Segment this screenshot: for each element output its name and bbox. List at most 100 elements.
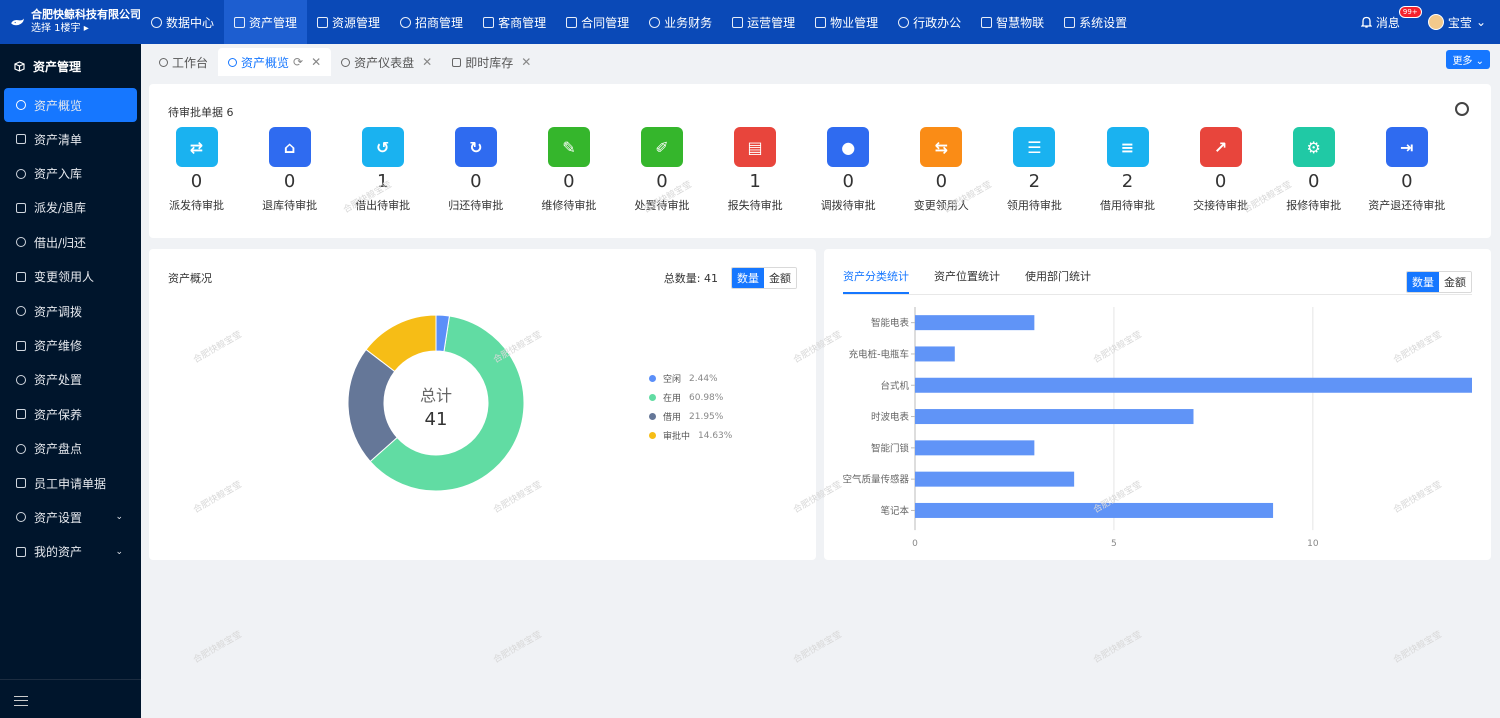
nav-item-1[interactable]: 资产管理 xyxy=(224,0,308,44)
bar-2[interactable] xyxy=(915,377,1472,393)
pending-item[interactable]: ↻ 0 归还待审批 xyxy=(429,127,522,213)
chevron-down-icon: ⌄ xyxy=(115,546,123,557)
nav-item-10[interactable]: 智慧物联 xyxy=(971,0,1054,44)
sidebar-item-5[interactable]: 变更领用人 xyxy=(0,260,141,294)
pending-label: 借出待审批 xyxy=(355,199,411,212)
legend-item[interactable]: 借用 21.95% xyxy=(649,407,732,426)
pending-item[interactable]: ⇄ 0 派发待审批 xyxy=(150,127,243,213)
tab-inventory[interactable]: 即时库存 ✕ xyxy=(442,48,541,76)
bar-1[interactable] xyxy=(915,346,955,362)
y-category-label: 台式机 xyxy=(880,380,909,392)
approval-type-icon: ▤ xyxy=(734,127,777,167)
sidebar-item-1[interactable]: 资产清单 xyxy=(0,122,141,156)
nav-icon xyxy=(815,16,827,28)
sidebar-item-label: 变更领用人 xyxy=(34,270,95,285)
close-icon[interactable]: ✕ xyxy=(311,55,321,69)
pending-item[interactable]: ↗ 0 交接待审批 xyxy=(1174,127,1267,213)
tab-workbench[interactable]: 工作台 xyxy=(149,48,218,76)
sidebar-item-13[interactable]: 我的资产 ⌄ xyxy=(0,535,141,569)
sidebar-item-2[interactable]: 资产入库 xyxy=(0,156,141,190)
sidebar-divider xyxy=(0,679,141,680)
amount-toggle-button[interactable]: 金额 xyxy=(764,268,796,288)
sidebar-item-0[interactable]: 资产概览 xyxy=(4,88,137,122)
donut-center-value: 41 xyxy=(425,409,448,430)
legend-item[interactable]: 在用 60.98% xyxy=(649,388,732,407)
building-selector[interactable]: 选择 1楼宇 ▸ xyxy=(31,22,141,36)
messages-button[interactable]: 消息 99+ xyxy=(1360,5,1422,31)
pending-item[interactable]: ≡ 2 借用待审批 xyxy=(1081,127,1174,213)
pending-item[interactable]: ⌂ 0 退库待审批 xyxy=(243,127,336,213)
sidebar-item-label: 资产入库 xyxy=(34,167,83,182)
menu-icon xyxy=(16,478,26,489)
nav-item-5[interactable]: 合同管理 xyxy=(556,0,639,44)
pending-item[interactable]: ⇆ 0 变更领用人 xyxy=(895,127,988,213)
gear-icon[interactable] xyxy=(1455,102,1469,116)
sidebar-item-8[interactable]: 资产处置 xyxy=(0,363,141,397)
nav-icon xyxy=(483,16,495,28)
sidebar-item-4[interactable]: 借出/归还 xyxy=(0,225,141,259)
bar-4[interactable] xyxy=(915,440,1035,456)
sidebar-item-11[interactable]: 员工申请单据 xyxy=(0,466,141,500)
tab-label: 资产仪表盘 xyxy=(354,55,415,70)
sidebar-item-label: 资产保养 xyxy=(34,407,83,422)
bar-6[interactable] xyxy=(915,502,1274,518)
pending-count: 0 xyxy=(283,171,296,192)
pending-item[interactable]: ✎ 0 维修待审批 xyxy=(522,127,615,213)
watermark-text: 合肥快鲸宝莹 xyxy=(791,629,844,666)
sidebar-item-10[interactable]: 资产盘点 xyxy=(0,432,141,466)
legend-dot xyxy=(649,375,656,382)
nav-item-8[interactable]: 物业管理 xyxy=(805,0,888,44)
sidebar-item-12[interactable]: 资产设置 ⌄ xyxy=(0,500,141,534)
pending-item[interactable]: ● 0 调拨待审批 xyxy=(802,127,895,213)
close-icon[interactable]: ✕ xyxy=(422,55,432,69)
pending-item[interactable]: ✐ 0 处置待审批 xyxy=(616,127,709,213)
nav-item-6[interactable]: 业务财务 xyxy=(639,0,722,44)
quantity-toggle-button[interactable]: 数量 xyxy=(732,268,764,288)
more-tabs-button[interactable]: 更多 ⌄ xyxy=(1446,50,1490,69)
nav-item-4[interactable]: 客商管理 xyxy=(473,0,556,44)
pending-item[interactable]: ↺ 1 借出待审批 xyxy=(336,127,429,213)
sidebar-title-label: 资产管理 xyxy=(33,59,82,74)
menu-icon xyxy=(16,340,26,351)
nav-icon xyxy=(732,16,744,28)
tab-asset-dashboard[interactable]: 资产仪表盘 ✕ xyxy=(331,48,442,76)
nav-item-label: 资源管理 xyxy=(332,15,381,30)
close-icon[interactable]: ✕ xyxy=(521,55,531,69)
sidebar-item-6[interactable]: 资产调拨 xyxy=(0,294,141,328)
nav-item-3[interactable]: 招商管理 xyxy=(390,0,473,44)
bar-5[interactable] xyxy=(915,471,1075,487)
user-menu[interactable]: 宝莹 ⌄ xyxy=(1418,14,1486,31)
nav-item-9[interactable]: 行政办公 xyxy=(888,0,971,44)
pending-label: 资产退还待审批 xyxy=(1368,199,1446,212)
tab-asset-overview[interactable]: 资产概览 ⟳ ✕ xyxy=(218,48,332,76)
nav-item-label: 数据中心 xyxy=(166,15,215,30)
sidebar-item-label: 资产维修 xyxy=(34,339,83,354)
main-nav: 数据中心 资产管理 资源管理 招商管理 客商管理 合同管理 业务财务 运营管理 物业管理 行政办公… xyxy=(141,0,1137,44)
approval-type-icon: ↺ xyxy=(361,127,404,167)
nav-icon xyxy=(234,16,246,28)
legend-dot xyxy=(649,432,656,439)
nav-item-7[interactable]: 运营管理 xyxy=(722,0,805,44)
user-name: 宝莹 xyxy=(1447,15,1472,30)
sidebar-item-9[interactable]: 资产保养 xyxy=(0,397,141,431)
pending-item[interactable]: ▤ 1 报失待审批 xyxy=(709,127,802,213)
nav-item-2[interactable]: 资源管理 xyxy=(307,0,390,44)
sidebar-item-3[interactable]: 派发/退库 xyxy=(0,191,141,225)
brand[interactable]: 合肥快鲸科技有限公司 选择 1楼宇 ▸ xyxy=(0,0,141,44)
pending-item[interactable]: ⚙ 0 报修待审批 xyxy=(1267,127,1360,213)
legend-item[interactable]: 空闲 2.44% xyxy=(649,369,732,388)
collapse-menu-icon[interactable] xyxy=(14,696,28,706)
pending-item[interactable]: ⇥ 0 资产退还待审批 xyxy=(1360,127,1453,213)
nav-item-label: 招商管理 xyxy=(415,15,464,30)
bar-3[interactable] xyxy=(915,409,1194,425)
nav-item-0[interactable]: 数据中心 xyxy=(141,0,224,44)
bar-0[interactable] xyxy=(915,315,1035,331)
sidebar-item-7[interactable]: 资产维修 xyxy=(0,328,141,362)
nav-item-label: 业务财务 xyxy=(664,15,713,30)
menu-icon xyxy=(16,512,26,523)
nav-item-11[interactable]: 系统设置 xyxy=(1054,0,1137,44)
pending-count: 0 xyxy=(470,171,482,192)
legend-item[interactable]: 审批中 14.63% xyxy=(649,426,732,445)
pending-item[interactable]: ☰ 2 领用待审批 xyxy=(988,127,1081,213)
refresh-icon[interactable]: ⟳ xyxy=(293,55,303,69)
